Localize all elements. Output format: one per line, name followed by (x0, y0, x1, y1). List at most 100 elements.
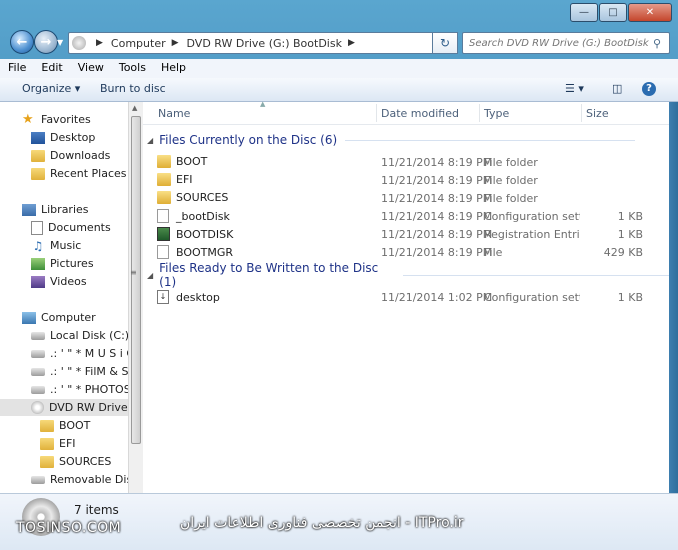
star-icon: ★ (22, 112, 34, 127)
nav-downloads[interactable]: Downloads (31, 147, 110, 164)
back-button[interactable]: ← (10, 30, 34, 54)
group-divider (345, 139, 636, 141)
details-pane: 7 items TOSINSO.COM انجمن تخصصی فناوری ا… (0, 493, 678, 550)
folder-icon (157, 191, 171, 204)
column-divider[interactable] (376, 104, 377, 122)
file-row[interactable]: ↓ desktop 11/21/2014 1:02 PM Configuratio… (143, 288, 663, 306)
menu-help[interactable]: Help (153, 59, 193, 78)
file-row[interactable]: SOURCES 11/21/2014 8:19 PM File folder (143, 189, 663, 207)
watermark-left: TOSINSO.COM (16, 520, 122, 536)
collapse-caret-icon[interactable]: ◢ (147, 271, 153, 280)
column-type[interactable]: Type (484, 107, 509, 120)
burn-to-disc-button[interactable]: Burn to disc (100, 82, 166, 95)
column-divider[interactable] (581, 104, 582, 122)
nav-folder-boot[interactable]: BOOT (40, 417, 90, 434)
nav-music[interactable]: ♫ Music (31, 237, 82, 254)
group-header-current[interactable]: ◢ Files Currently on the Disc (6) (147, 131, 636, 149)
help-icon[interactable]: ? (642, 82, 656, 96)
nav-favorites[interactable]: ★ Favorites (22, 111, 91, 128)
group-header-ready[interactable]: ◢ Files Ready to Be Written to the Disc … (147, 261, 669, 289)
file-list: ▲ Name Date modified Type Size ◢ Files C… (143, 100, 669, 493)
libraries-icon (22, 203, 36, 216)
file-row[interactable]: BOOTMGR 11/21/2014 8:19 PM File 429 KB (143, 243, 663, 261)
computer-icon (72, 36, 86, 50)
breadcrumb-computer[interactable]: Computer (111, 37, 166, 50)
config-file-icon (157, 209, 169, 223)
nav-videos[interactable]: Videos (31, 273, 87, 290)
search-box[interactable]: ⚲ (462, 32, 670, 54)
group-divider (403, 274, 669, 276)
search-input[interactable] (463, 36, 653, 50)
refresh-button[interactable]: ↻ (432, 32, 458, 54)
scroll-up-icon[interactable]: ▲ (132, 104, 137, 112)
nav-dvd-drive[interactable]: DVD RW Drive (G:) (0, 399, 128, 416)
scrollbar-thumb[interactable] (131, 116, 141, 444)
nav-removable-disk[interactable]: Removable Disk (31, 471, 128, 488)
minimize-button[interactable]: — (570, 3, 598, 22)
nav-folder-sources[interactable]: SOURCES (40, 453, 111, 470)
nav-folder-efi[interactable]: EFI (40, 435, 76, 452)
column-name[interactable]: Name (158, 107, 190, 120)
documents-icon (31, 220, 43, 235)
file-row[interactable]: BOOT 11/21/2014 8:19 PM File folder (143, 153, 663, 171)
navigation-bar: ← → ▼ ▶ Computer ▶ DVD RW Drive (G:) Boo… (0, 28, 678, 58)
registry-file-icon (157, 227, 170, 241)
chevron-right-icon[interactable]: ▶ (348, 38, 355, 48)
column-divider[interactable] (479, 104, 480, 122)
videos-icon (31, 275, 45, 288)
search-icon[interactable]: ⚲ (653, 37, 661, 50)
downloads-folder-icon (31, 149, 45, 162)
organize-button[interactable]: Organize ▾ (22, 82, 80, 95)
explorer-window: — □ ✕ ← → ▼ ▶ Computer ▶ DVD RW Drive (G… (0, 0, 678, 550)
preview-pane-icon[interactable]: ◫ (612, 82, 622, 95)
close-button[interactable]: ✕ (628, 3, 672, 22)
pictures-icon (31, 257, 45, 270)
computer-icon (22, 311, 36, 324)
navigation-pane: ★ Favorites Desktop Downloads Recent Plac… (0, 102, 128, 493)
breadcrumb-dvd-drive[interactable]: DVD RW Drive (G:) BootDisk (187, 37, 342, 50)
item-count: 7 items (74, 503, 119, 517)
removable-disk-icon (31, 475, 45, 484)
file-row[interactable]: EFI 11/21/2014 8:19 PM File folder (143, 171, 663, 189)
folder-icon (157, 155, 171, 168)
forward-button[interactable]: → (34, 30, 58, 54)
nav-desktop[interactable]: Desktop (31, 129, 95, 146)
recent-places-icon (31, 167, 45, 180)
hard-drive-icon (31, 331, 45, 340)
recent-pages-dropdown[interactable]: ▼ (57, 38, 63, 47)
chevron-right-icon[interactable]: ▶ (172, 38, 179, 48)
nav-drive-music[interactable]: .: ' " * M U S i C * (31, 345, 128, 362)
collapse-caret-icon[interactable]: ◢ (147, 136, 153, 145)
watermark-right: انجمن تخصصی فناوری اطلاعات ایران - ITPro… (180, 515, 464, 531)
nav-drive-photoshop[interactable]: .: ' " * PHOTOSH (31, 381, 128, 398)
menu-view[interactable]: View (70, 59, 111, 78)
nav-computer[interactable]: Computer (22, 309, 96, 326)
dvd-drive-icon (31, 401, 44, 414)
change-view-button[interactable]: ☰ ▾ (565, 82, 584, 95)
scroll-grip-icon: ≡ (130, 268, 137, 277)
pending-write-file-icon: ↓ (157, 290, 169, 304)
file-row[interactable]: _bootDisk 11/21/2014 8:19 PM Configurati… (143, 207, 663, 225)
folder-icon (40, 437, 54, 450)
column-date-modified[interactable]: Date modified (381, 107, 459, 120)
menu-edit[interactable]: Edit (33, 59, 69, 78)
back-arrow-icon: ← (16, 34, 28, 50)
navigation-scrollbar[interactable]: ▲ ≡ (128, 102, 144, 493)
nav-drive-film[interactable]: .: ' " * FilM & Sof (31, 363, 128, 380)
column-header-row: ▲ Name Date modified Type Size (143, 100, 669, 125)
file-row[interactable]: BOOTDISK 11/21/2014 8:19 PM Registration… (143, 225, 663, 243)
nav-pictures[interactable]: Pictures (31, 255, 94, 272)
maximize-button[interactable]: □ (599, 3, 627, 22)
column-size[interactable]: Size (586, 107, 609, 120)
nav-local-disk-c[interactable]: Local Disk (C:) (31, 327, 128, 344)
nav-documents[interactable]: Documents (31, 219, 111, 236)
window-frame-right (669, 102, 678, 493)
nav-recent-places[interactable]: Recent Places (31, 165, 127, 182)
chevron-right-icon[interactable]: ▶ (96, 38, 103, 48)
hard-drive-icon (31, 367, 45, 376)
desktop-icon (31, 131, 45, 144)
menu-tools[interactable]: Tools (111, 59, 153, 78)
address-bar[interactable]: ▶ Computer ▶ DVD RW Drive (G:) BootDisk … (68, 32, 457, 54)
menu-file[interactable]: File (0, 59, 33, 78)
nav-libraries[interactable]: Libraries (22, 201, 89, 218)
